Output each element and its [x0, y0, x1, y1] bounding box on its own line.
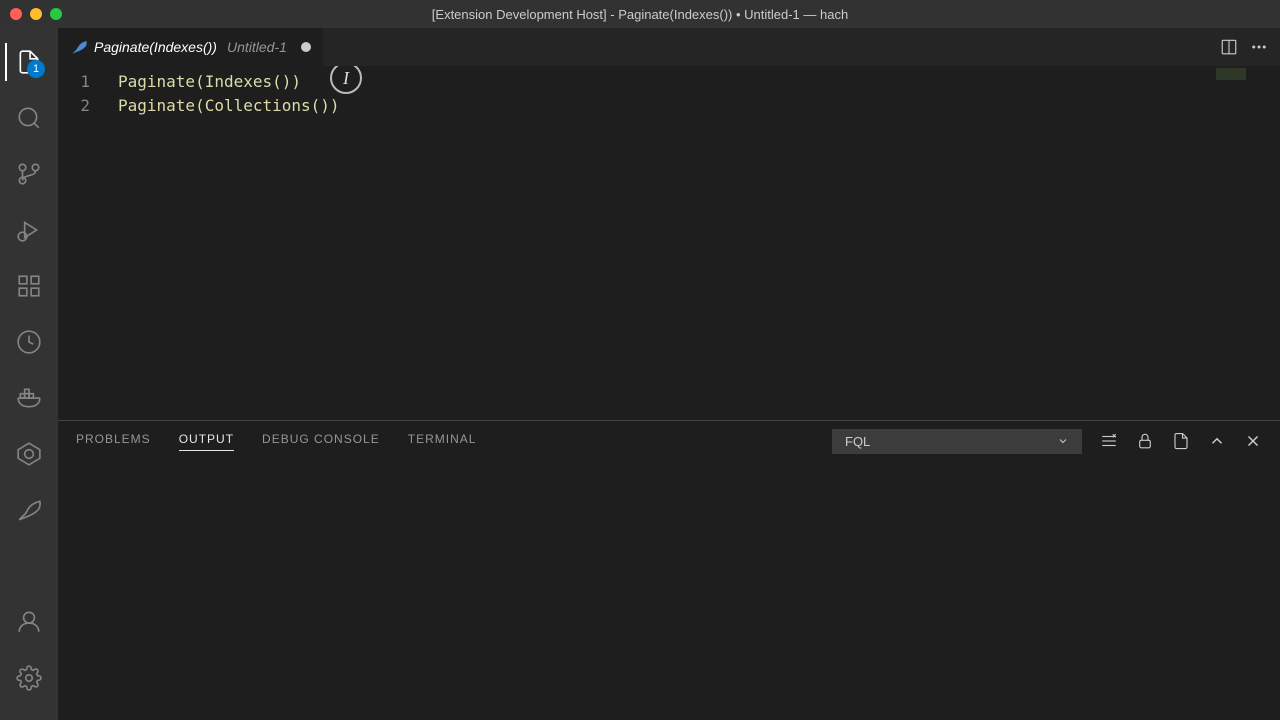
main-area: Paginate(Indexes()) Untitled-1 1 2 Pagin… — [58, 28, 1280, 720]
panel-tab-terminal[interactable]: TERMINAL — [408, 432, 477, 450]
tab-bar: Paginate(Indexes()) Untitled-1 — [58, 28, 1280, 66]
remote-activity[interactable] — [5, 318, 53, 366]
minimap[interactable] — [1216, 68, 1266, 80]
more-actions-button[interactable] — [1250, 38, 1268, 56]
code-content[interactable]: Paginate(Indexes()) Paginate(Collections… — [118, 66, 1280, 420]
search-activity[interactable] — [5, 94, 53, 142]
tab-actions — [1220, 38, 1280, 56]
window-title: [Extension Development Host] - Paginate(… — [432, 7, 848, 22]
editor[interactable]: 1 2 Paginate(Indexes()) Paginate(Collect… — [58, 66, 1280, 420]
open-file-button[interactable] — [1172, 432, 1190, 450]
split-editor-button[interactable] — [1220, 38, 1238, 56]
explorer-activity[interactable]: 1 — [5, 38, 53, 86]
window-titlebar: [Extension Development Host] - Paginate(… — [0, 0, 1280, 28]
close-icon — [1244, 432, 1262, 450]
bug-icon — [16, 217, 42, 243]
search-icon — [16, 105, 42, 131]
tab-secondary: Untitled-1 — [227, 39, 287, 55]
minimize-window-button[interactable] — [30, 8, 42, 20]
panel-right-actions: FQL — [832, 429, 1262, 454]
account-activity[interactable] — [5, 598, 53, 646]
code-line: Paginate(Indexes()) — [118, 70, 1280, 94]
extensions-icon — [16, 273, 42, 299]
docker-icon — [16, 385, 42, 411]
dirty-indicator-icon — [301, 42, 311, 52]
settings-activity[interactable] — [5, 654, 53, 702]
kube-activity[interactable] — [5, 430, 53, 478]
editor-tab[interactable]: Paginate(Indexes()) Untitled-1 — [58, 28, 324, 66]
line-number: 2 — [58, 94, 118, 118]
output-content[interactable] — [58, 461, 1280, 720]
output-channel-value: FQL — [845, 434, 870, 449]
tab-file-icon — [70, 38, 88, 56]
branch-icon — [16, 161, 42, 187]
clear-output-button[interactable] — [1100, 432, 1118, 450]
bottom-panel: PROBLEMS OUTPUT DEBUG CONSOLE TERMINAL F… — [58, 420, 1280, 720]
gear-icon — [16, 665, 42, 691]
activity-bar: 1 — [0, 28, 58, 720]
panel-tab-problems[interactable]: PROBLEMS — [76, 432, 151, 450]
panel-tab-debug[interactable]: DEBUG CONSOLE — [262, 432, 380, 450]
remote-icon — [16, 329, 42, 355]
panel-tab-output[interactable]: OUTPUT — [179, 432, 234, 451]
lock-output-button[interactable] — [1136, 432, 1154, 450]
bird-icon — [16, 497, 42, 523]
activity-bottom — [5, 598, 53, 720]
explorer-badge: 1 — [27, 60, 45, 78]
docker-activity[interactable] — [5, 374, 53, 422]
debug-activity[interactable] — [5, 206, 53, 254]
fauna-activity[interactable] — [5, 486, 53, 534]
clear-icon — [1100, 432, 1118, 450]
tab-filename: Paginate(Indexes()) — [94, 39, 217, 55]
extensions-activity[interactable] — [5, 262, 53, 310]
maximize-window-button[interactable] — [50, 8, 62, 20]
close-window-button[interactable] — [10, 8, 22, 20]
output-channel-select[interactable]: FQL — [832, 429, 1082, 454]
close-panel-button[interactable] — [1244, 432, 1262, 450]
split-icon — [1220, 38, 1238, 56]
ellipsis-icon — [1250, 38, 1268, 56]
code-line: Paginate(Collections()) — [118, 94, 1280, 118]
scm-activity[interactable] — [5, 150, 53, 198]
chevron-up-icon — [1208, 432, 1226, 450]
lock-icon — [1136, 432, 1154, 450]
line-number-gutter: 1 2 — [58, 66, 118, 420]
maximize-panel-button[interactable] — [1208, 432, 1226, 450]
chevron-down-icon — [1057, 435, 1069, 447]
kubernetes-icon — [16, 441, 42, 467]
panel-tabs: PROBLEMS OUTPUT DEBUG CONSOLE TERMINAL F… — [58, 421, 1280, 461]
line-number: 1 — [58, 70, 118, 94]
file-icon — [1172, 432, 1190, 450]
window-controls — [10, 8, 62, 20]
user-icon — [16, 609, 42, 635]
